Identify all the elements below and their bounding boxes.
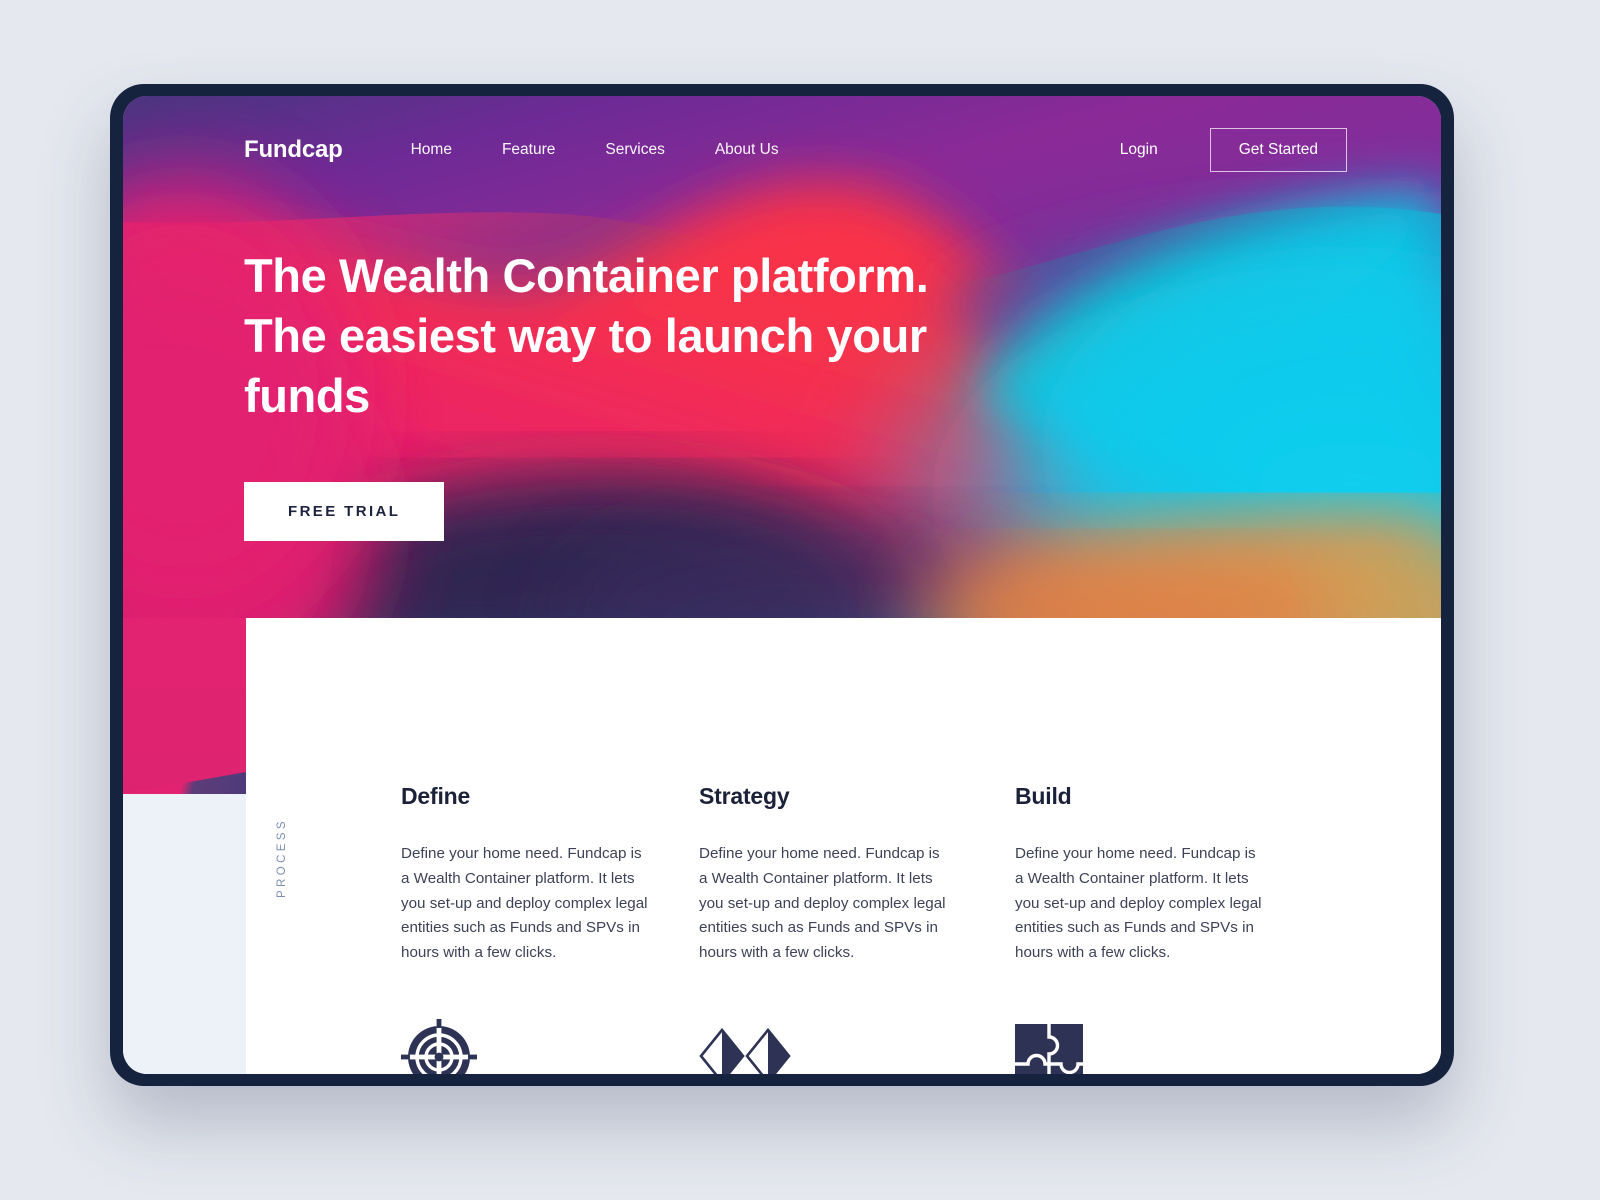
nav-actions: Login Get Started <box>1120 128 1347 172</box>
puzzle-icon <box>1015 1023 1315 1074</box>
process-section: PROCESS Define Define your home need. Fu… <box>246 618 1441 1074</box>
process-column-title: Strategy <box>699 783 790 809</box>
process-column-title: Build <box>1015 783 1072 809</box>
process-column-build: Build Define your home need. Fundcap is … <box>1015 618 1315 1074</box>
login-link[interactable]: Login <box>1120 141 1158 159</box>
hero-title: The Wealth Container platform. The easie… <box>244 249 929 423</box>
top-navigation: Fundcap Home Feature Services About Us L… <box>123 96 1441 204</box>
process-column-define: Define Define your home need. Fundcap is… <box>401 618 699 1074</box>
left-side-panel <box>123 794 246 1074</box>
hero-copy: The Wealth Container platform. The easie… <box>244 246 964 542</box>
process-column-strategy: Strategy Define your home need. Fundcap … <box>699 618 1015 1074</box>
nav-item-feature[interactable]: Feature <box>502 141 555 159</box>
process-section-label: PROCESS <box>276 818 288 899</box>
process-column-title: Define <box>401 783 471 809</box>
process-column-body: Define your home need. Fundcap is a Weal… <box>699 845 946 962</box>
brand-logo[interactable]: Fundcap <box>244 138 343 162</box>
nav-item-about-us[interactable]: About Us <box>715 141 779 159</box>
double-diamond-icon <box>699 1027 1015 1074</box>
nav-item-services[interactable]: Services <box>605 141 664 159</box>
target-icon <box>401 1018 699 1074</box>
process-column-body: Define your home need. Fundcap is a Weal… <box>401 845 648 962</box>
nav-item-home[interactable]: Home <box>411 141 452 159</box>
free-trial-button[interactable]: FREE TRIAL <box>244 482 445 542</box>
process-column-body: Define your home need. Fundcap is a Weal… <box>1015 845 1262 962</box>
device-frame: Fundcap Home Feature Services About Us L… <box>110 84 1454 1086</box>
browser-viewport: Fundcap Home Feature Services About Us L… <box>123 96 1441 1074</box>
left-rail-fill <box>123 618 246 794</box>
nav-links: Home Feature Services About Us <box>411 141 779 159</box>
get-started-button[interactable]: Get Started <box>1209 128 1347 172</box>
process-columns: Define Define your home need. Fundcap is… <box>401 618 1421 1074</box>
left-pink-rail <box>123 618 246 794</box>
